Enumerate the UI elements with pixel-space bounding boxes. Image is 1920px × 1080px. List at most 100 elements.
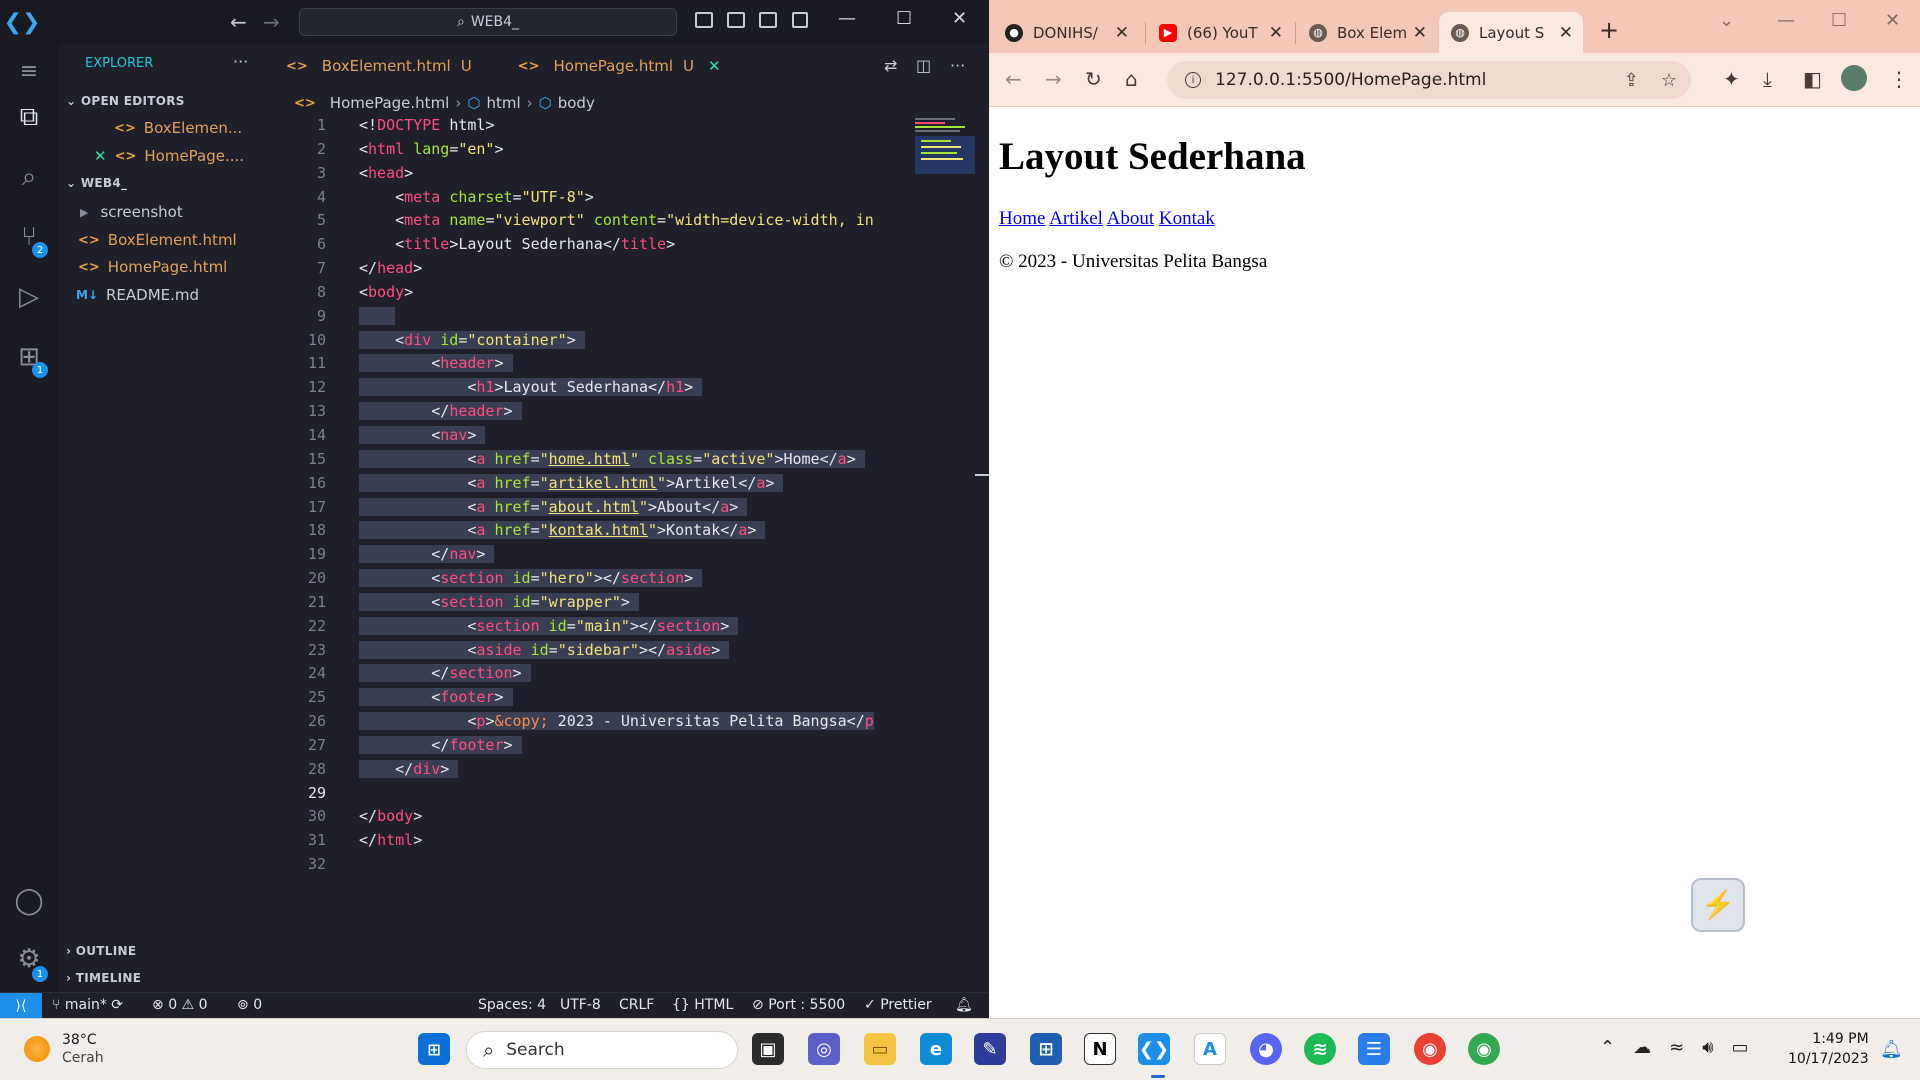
minimize-icon[interactable]: —	[838, 8, 856, 29]
reload-icon[interactable]: ↻	[1085, 67, 1102, 91]
notion-icon[interactable]: N	[1084, 1033, 1116, 1065]
toggle-panel-icon[interactable]	[727, 12, 745, 28]
nav-link-about[interactable]: About	[1107, 208, 1155, 229]
teams-icon[interactable]: ◎	[808, 1033, 840, 1065]
encoding-indicator[interactable]: UTF-8	[560, 997, 601, 1013]
onedrive-cloud-icon[interactable]: ☁	[1633, 1037, 1651, 1058]
new-tab-icon[interactable]: +	[1599, 16, 1619, 44]
command-center-search[interactable]: ⌕ WEB4_	[299, 8, 677, 36]
maximize-icon[interactable]: ☐	[896, 8, 912, 29]
browser-tab[interactable]: ● DONIHS/ ✕	[993, 12, 1139, 53]
nav-link-kontak[interactable]: Kontak	[1159, 208, 1215, 229]
prettier-indicator[interactable]: ✓ Prettier	[864, 997, 932, 1013]
toggle-secondary-sidebar-icon[interactable]	[759, 12, 777, 28]
customize-layout-icon[interactable]	[792, 12, 808, 28]
maximize-icon[interactable]: ☐	[1831, 10, 1847, 31]
menu-icon[interactable]: ≡	[14, 56, 44, 86]
download-icon[interactable]: ⤓	[1763, 67, 1772, 91]
chrome-icon[interactable]: ◉	[1414, 1033, 1446, 1065]
close-tab-icon[interactable]: ✕	[1269, 23, 1283, 43]
file-item[interactable]: <> HomePage.html U	[78, 256, 308, 278]
minimap[interactable]	[913, 114, 975, 174]
toggle-sidebar-icon[interactable]	[695, 12, 713, 28]
close-tab-icon[interactable]: ✕	[1115, 23, 1129, 43]
file-explorer-icon[interactable]: ▭	[864, 1033, 896, 1065]
translate-app-icon[interactable]: A	[1194, 1033, 1226, 1065]
close-tab-icon[interactable]: ✕	[1559, 23, 1573, 43]
timeline-header[interactable]: › TIMELINE	[66, 971, 141, 985]
floating-app-icon[interactable]: ⚡	[1691, 878, 1745, 932]
home-icon[interactable]: ⌂	[1125, 67, 1138, 91]
browser-tab[interactable]: ▶ (66) YouT ✕	[1147, 12, 1293, 53]
live-server-port[interactable]: ⊘ Port : 5500	[752, 997, 845, 1013]
ports-indicator[interactable]: ⊚ 0	[237, 997, 262, 1013]
remote-indicator-icon[interactable]: ⟩⟨	[0, 992, 42, 1018]
side-panel-icon[interactable]: ◧	[1803, 67, 1822, 91]
tab-homepage[interactable]: <> HomePage.html U ✕	[501, 44, 731, 88]
taskbar-search[interactable]: ⌕ Search	[466, 1031, 738, 1069]
code-editor[interactable]: 1 <!DOCTYPE html> 2 <html lang="en"> 3 <hea…	[270, 114, 920, 877]
folder-item[interactable]: ▶ screenshot	[80, 201, 270, 223]
address-bar[interactable]: i 127.0.0.1:5500/HomePage.html ⇪ ☆	[1167, 61, 1691, 99]
close-icon[interactable]: ✕	[1885, 10, 1900, 31]
file-item[interactable]: <> BoxElement.html U	[78, 229, 308, 251]
minimize-icon[interactable]: —	[1777, 10, 1795, 31]
scroll-position-marker[interactable]	[975, 474, 989, 476]
wifi-icon[interactable]: ≈	[1669, 1037, 1684, 1058]
close-icon[interactable]: ✕	[952, 8, 967, 29]
vscode-taskbar-icon[interactable]: ❮❯	[1138, 1033, 1170, 1065]
compare-changes-icon[interactable]: ⇄	[884, 56, 897, 75]
run-debug-icon[interactable]: ▷	[14, 282, 44, 312]
browser-tab[interactable]: ◍ Box Elem ✕	[1297, 12, 1437, 53]
search-icon[interactable]: ⌕	[14, 162, 44, 192]
explorer-icon[interactable]: ⧉	[14, 102, 44, 132]
notification-bell-icon[interactable]: 🔔︎	[1880, 1039, 1903, 1060]
discord-icon[interactable]: ◕	[1250, 1033, 1282, 1065]
browser-tab-active[interactable]: ◍ Layout S ✕	[1439, 12, 1583, 53]
close-tab-icon[interactable]: ✕	[708, 57, 721, 75]
tab-boxelement[interactable]: <> BoxElement.html U	[270, 44, 482, 88]
branch-indicator[interactable]: ⑂ main* ⟳	[52, 997, 123, 1013]
close-tab-icon[interactable]: ✕	[1413, 23, 1427, 43]
weather-widget[interactable]: 38°C Cerah	[24, 1031, 104, 1067]
problems-indicator[interactable]: ⊗ 0 ⚠ 0	[152, 997, 208, 1013]
windows-start-icon[interactable]: ⊞	[418, 1033, 450, 1065]
close-editor-icon[interactable]: ✕	[94, 147, 107, 165]
back-arrow-icon[interactable]: ←	[230, 10, 247, 34]
pen-app-icon[interactable]: ✎	[974, 1033, 1006, 1065]
tab-search-icon[interactable]: ⌄	[1719, 10, 1734, 31]
edge-icon[interactable]: e	[920, 1033, 952, 1065]
explorer-more-icon[interactable]: ···	[233, 52, 248, 71]
nav-link-home[interactable]: Home	[999, 208, 1045, 229]
task-view-icon[interactable]: ▣	[752, 1033, 784, 1065]
language-indicator[interactable]: {} HTML	[672, 997, 733, 1013]
folder-header[interactable]: ⌄ WEB4_	[66, 176, 127, 190]
volume-icon[interactable]: 🔊︎	[1702, 1037, 1713, 1058]
chrome-profile-icon[interactable]: ◉	[1468, 1033, 1500, 1065]
indentation-indicator[interactable]: Spaces: 4	[478, 997, 546, 1013]
share-icon[interactable]: ⇪	[1624, 70, 1639, 91]
taskbar-clock[interactable]: 1:49 PM 10/17/2023	[1788, 1029, 1869, 1069]
outline-header[interactable]: › OUTLINE	[66, 944, 136, 958]
open-editors-header[interactable]: ⌄ OPEN EDITORS	[66, 94, 185, 108]
nav-link-artikel[interactable]: Artikel	[1049, 208, 1103, 229]
kebab-menu-icon[interactable]: ⋮	[1889, 67, 1909, 91]
site-info-icon[interactable]: i	[1185, 72, 1201, 88]
more-actions-icon[interactable]: ···	[950, 56, 965, 75]
spotify-icon[interactable]: ≋	[1304, 1033, 1336, 1065]
chevron-up-icon[interactable]: ⌃	[1600, 1037, 1615, 1058]
notepad-icon[interactable]: ☰	[1358, 1033, 1390, 1065]
profile-avatar[interactable]	[1841, 65, 1867, 91]
store-icon[interactable]: ⊞	[1030, 1033, 1062, 1065]
bell-icon[interactable]: 🔔︎	[955, 997, 973, 1013]
extensions-puzzle-icon[interactable]: ✦	[1723, 67, 1740, 91]
bookmark-star-icon[interactable]: ☆	[1661, 70, 1677, 91]
battery-icon[interactable]: ▭	[1732, 1037, 1749, 1058]
forward-icon[interactable]: →	[1045, 67, 1062, 91]
eol-indicator[interactable]: CRLF	[619, 997, 654, 1013]
file-item[interactable]: M↓ README.md	[76, 284, 270, 306]
accounts-icon[interactable]: ◯	[14, 886, 44, 916]
split-editor-icon[interactable]: ◫	[916, 56, 931, 75]
forward-arrow-icon[interactable]: →	[263, 10, 280, 34]
back-icon[interactable]: ←	[1005, 67, 1022, 91]
